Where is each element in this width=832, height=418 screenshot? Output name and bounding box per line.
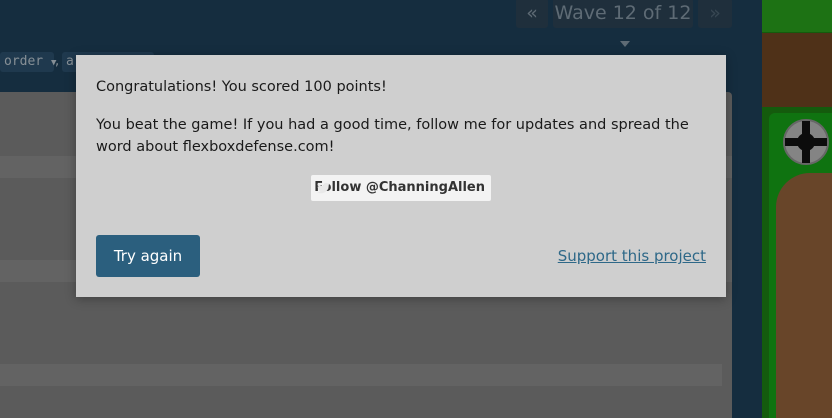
follow-button[interactable]: Follow @ChanningAllen xyxy=(311,175,491,201)
try-again-button[interactable]: Try again xyxy=(96,235,200,277)
support-link[interactable]: Support this project xyxy=(558,247,706,265)
bird-icon xyxy=(317,182,330,194)
win-message: You beat the game! If you had a good tim… xyxy=(96,117,689,155)
game-over-dialog: Congratulations! You scored 100 points! … xyxy=(76,55,726,297)
follow-label: Follow @ChanningAllen xyxy=(314,180,485,195)
score-message: Congratulations! You scored 100 points! xyxy=(96,79,387,95)
